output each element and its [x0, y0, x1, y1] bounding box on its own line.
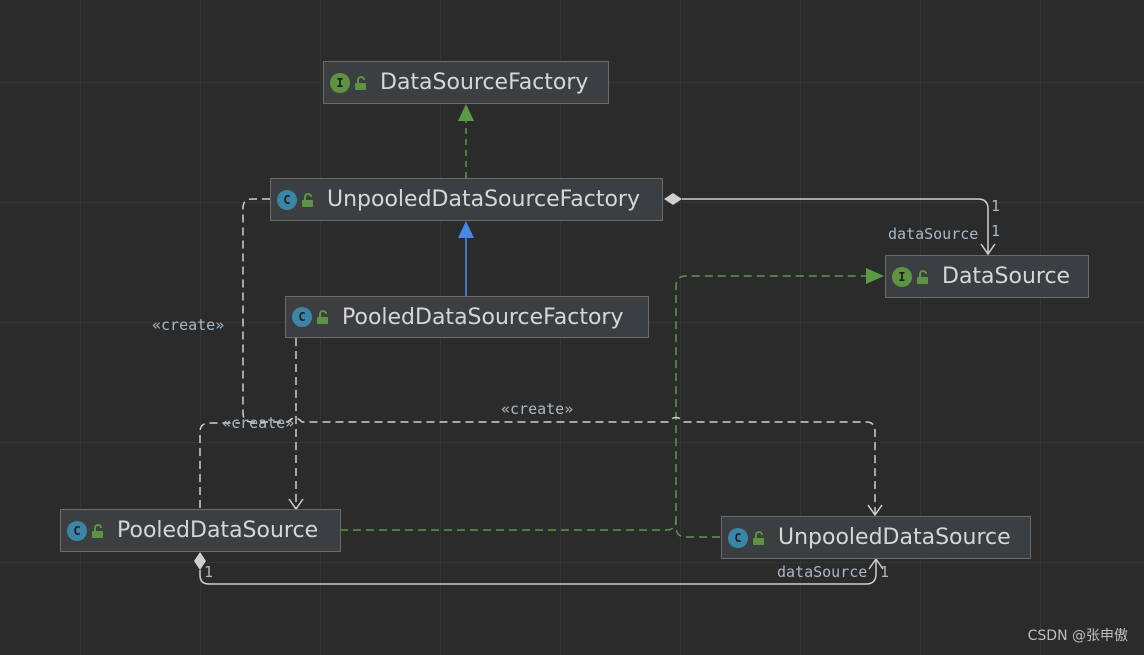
class-icon: C — [292, 307, 312, 327]
unlock-icon — [355, 75, 366, 90]
edge-unpooled-factory-creates-unpooled-datasource — [242, 198, 883, 517]
class-icon: C — [277, 189, 297, 210]
class-node-title: PooledDataSource — [117, 518, 319, 543]
unlock-icon — [317, 310, 328, 324]
edge-label-role: dataSource — [777, 563, 868, 581]
class-node-title: DataSource — [942, 264, 1071, 289]
class-node-unpooled-datasource[interactable]: C UnpooledDataSource — [721, 516, 1031, 559]
class-node-pooled-datasource[interactable]: C PooledDataSource — [60, 509, 341, 552]
class-node-datasource-factory[interactable]: I DataSourceFactory — [323, 61, 609, 104]
edge-label-create: «create» — [501, 400, 574, 418]
edge-unpooled-factory-implements-datasource-factory — [458, 104, 474, 178]
class-node-pooled-datasource-factory[interactable]: C PooledDataSourceFactory — [285, 296, 649, 338]
interface-icon: I — [892, 266, 912, 287]
class-node-title: PooledDataSourceFactory — [342, 304, 624, 330]
edge-label-create: «create» — [152, 316, 225, 334]
unlock-icon — [92, 523, 103, 538]
class-icon: C — [728, 527, 748, 548]
interface-icon: I — [330, 72, 350, 93]
class-node-title: DataSourceFactory — [380, 70, 589, 95]
edge-pooled-datasource-creates-unpooled-datasource — [199, 422, 240, 508]
class-node-unpooled-datasource-factory[interactable]: C UnpooledDataSourceFactory — [270, 178, 663, 221]
edge-label-role: dataSource — [888, 225, 979, 243]
unlock-icon — [917, 269, 928, 284]
watermark: CSDN @张申傲 — [1027, 628, 1128, 644]
class-node-datasource[interactable]: I DataSource — [885, 255, 1089, 298]
edge-label-multiplicity: 1 — [991, 197, 1001, 215]
unlock-icon — [302, 192, 313, 207]
class-node-title: UnpooledDataSourceFactory — [327, 187, 640, 212]
class-node-title: UnpooledDataSource — [778, 525, 1011, 550]
unlock-icon — [753, 530, 764, 545]
edge-pooled-factory-extends-unpooled-factory — [458, 221, 474, 296]
edge-unpooled-datasource-implements-datasource — [675, 520, 720, 538]
edge-label-multiplicity: 1 — [880, 563, 890, 581]
edge-label-multiplicity: 1 — [204, 563, 214, 581]
edge-label-create: «create» — [222, 414, 295, 432]
class-icon: C — [67, 520, 87, 541]
edge-label-multiplicity: 1 — [991, 222, 1001, 240]
edge-unpooled-factory-has-datasource — [664, 193, 996, 256]
uml-diagram-canvas: I DataSourceFactory C UnpooledDataSource… — [0, 0, 1144, 655]
